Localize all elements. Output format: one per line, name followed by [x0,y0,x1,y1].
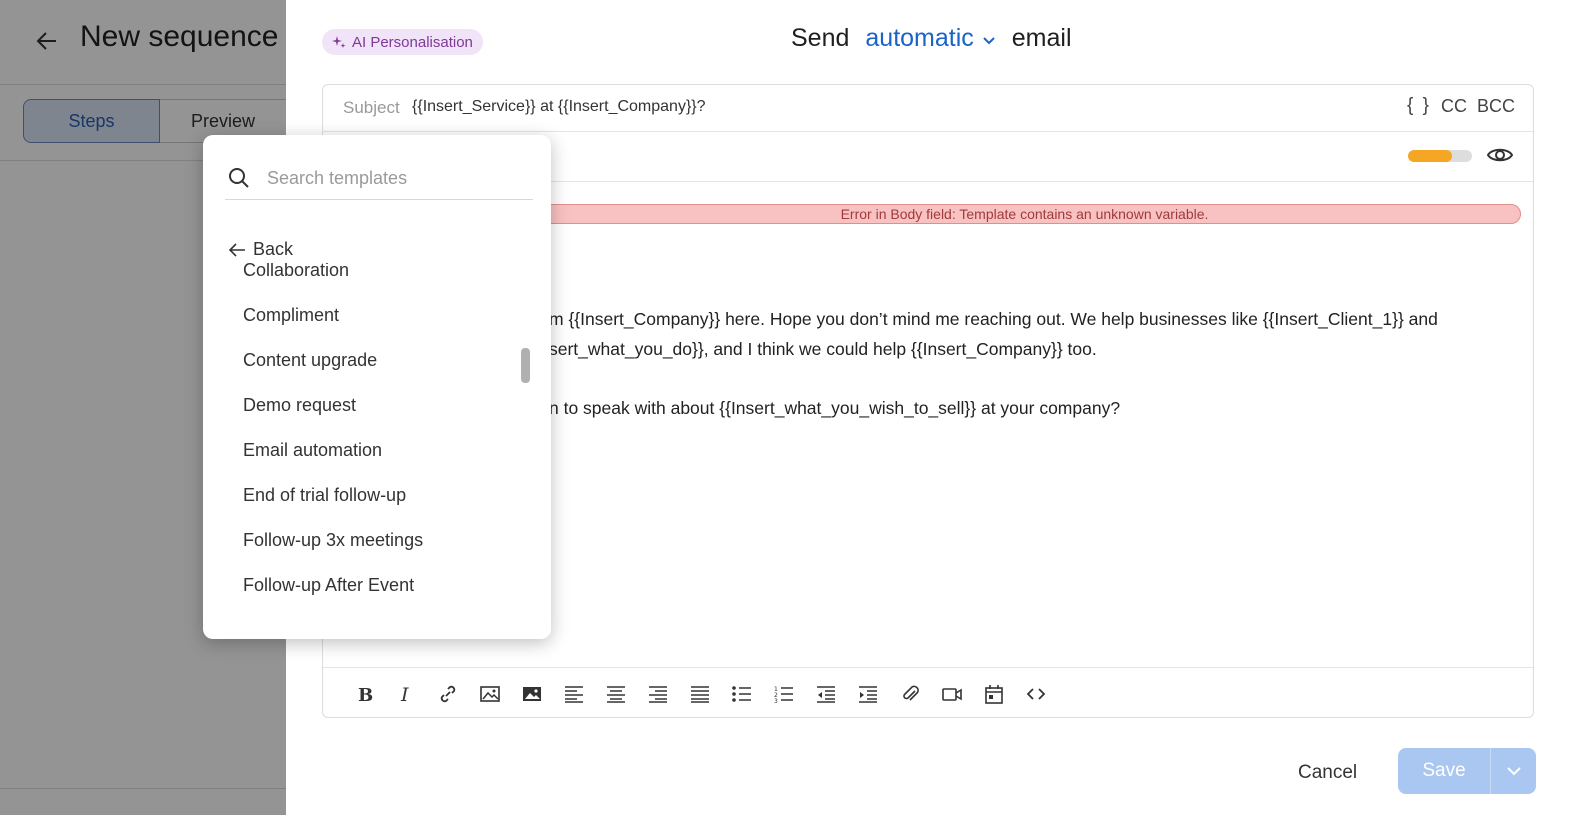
send-mode-dropdown[interactable]: automatic [865,24,995,53]
video-icon[interactable] [931,674,973,714]
indent-icon[interactable] [847,674,889,714]
sparkle-icon [332,36,346,48]
body-line: sert_what_you_do}}, and I think we could… [549,338,1097,359]
chevron-down-icon [1506,767,1521,776]
templates-dropdown: Back Collaboration Compliment Content up… [203,135,551,639]
progress-fill [1408,150,1452,162]
subject-tools: { } CC BCC [1407,95,1533,117]
quality-progress-bar [1408,150,1472,162]
link-icon[interactable] [427,674,469,714]
numbered-list-icon[interactable]: 123 [763,674,805,714]
template-item[interactable]: Demo request [243,395,356,416]
back-label: Back [253,239,294,259]
template-item[interactable]: Content upgrade [243,350,377,371]
send-mode-value: automatic [865,24,974,52]
svg-text:I: I [400,684,409,705]
svg-text:B: B [358,685,373,705]
svg-text:3: 3 [774,698,778,705]
bold-icon[interactable]: B [343,674,385,714]
align-center-icon[interactable] [595,674,637,714]
body-line: m {{Insert_Company}} here. Hope you don’… [549,309,1438,329]
italic-icon[interactable]: I [385,674,427,714]
bcc-button[interactable]: BCC [1477,96,1515,117]
template-item[interactable]: Collaboration [243,263,349,281]
code-icon[interactable] [1015,674,1057,714]
template-item[interactable]: End of trial follow-up [243,485,406,506]
save-button[interactable]: Save [1398,760,1490,782]
align-left-icon[interactable] [553,674,595,714]
align-justify-icon[interactable] [679,674,721,714]
template-item[interactable]: Compliment [243,305,339,326]
email-word: email [1011,24,1072,52]
subject-label: Subject [343,98,400,117]
align-right-icon[interactable] [637,674,679,714]
back-button[interactable]: Back [227,239,293,260]
subject-row: Subject {{Insert_Service}} at {{Insert_C… [323,85,1533,132]
chevron-down-icon [983,36,995,44]
ai-personalisation-chip[interactable]: AI Personalisation [322,29,483,55]
image-filled-icon[interactable] [511,674,553,714]
search-icon [229,168,249,188]
cc-button[interactable]: CC [1441,96,1467,117]
template-list: Collaboration Compliment Content upgrade… [203,263,551,639]
send-mode-title: Send automatic email [791,24,1072,53]
formatting-toolbar: B I 123 [323,667,1533,719]
calendar-icon[interactable] [973,674,1015,714]
arrow-left-icon [228,242,245,257]
template-item[interactable]: Follow-up After Event [243,575,414,596]
send-word: Send [791,24,850,52]
attachment-icon[interactable] [889,674,931,714]
search-input[interactable] [265,166,519,190]
save-options-button[interactable] [1491,766,1536,776]
bullet-list-icon[interactable] [721,674,763,714]
template-item[interactable]: Follow-up 3x meetings [243,530,423,551]
scrollbar[interactable] [521,348,530,383]
save-button-group: Save [1398,748,1536,794]
template-item[interactable]: Email automation [243,440,382,461]
image-icon[interactable] [469,674,511,714]
variables-button[interactable]: { } [1407,95,1431,117]
error-message: Error in Body field: Template contains a… [528,204,1521,224]
eye-icon[interactable] [1486,143,1514,167]
cancel-button[interactable]: Cancel [1298,762,1357,784]
ai-chip-label: AI Personalisation [352,33,473,51]
template-search [225,157,533,200]
subject-input[interactable]: {{Insert_Service}} at {{Insert_Company}}… [412,98,706,116]
body-line: n to speak with about {{Insert_what_you_… [549,398,1121,418]
outdent-icon[interactable] [805,674,847,714]
